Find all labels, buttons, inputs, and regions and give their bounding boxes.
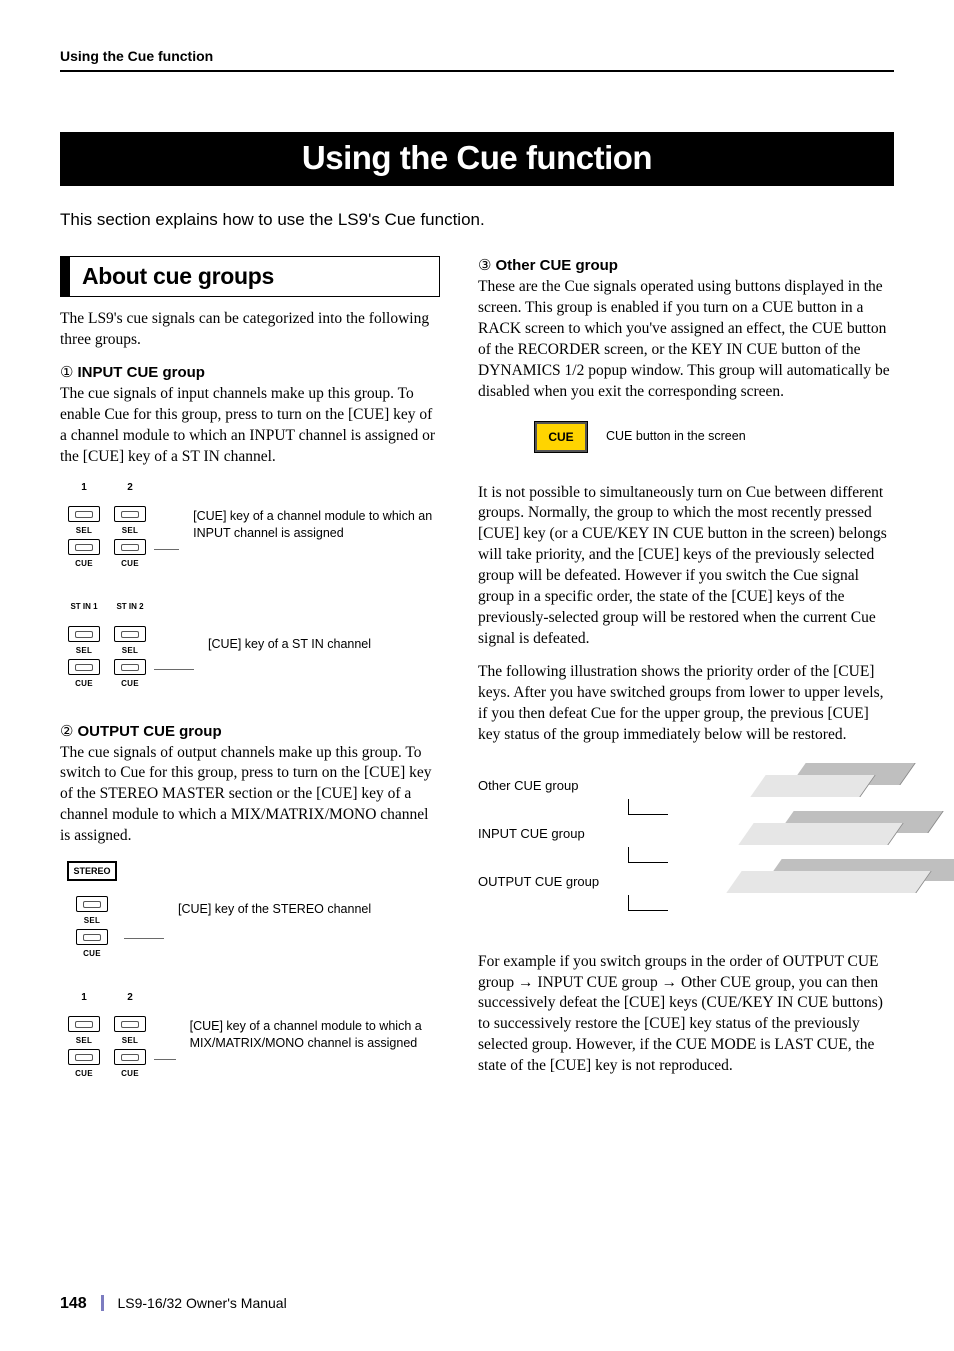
priority-label-other: Other CUE group: [478, 778, 628, 793]
p3-part-b: INPUT CUE group: [534, 974, 662, 991]
cue-key-icon: [76, 929, 108, 945]
page-title-banner: Using the Cue function: [60, 132, 894, 186]
sel-key-icon: [68, 626, 100, 642]
circled-3-icon: ③: [478, 258, 491, 274]
priority-example-paragraph: For example if you switch groups in the …: [478, 952, 894, 1078]
cue-label: CUE: [64, 949, 120, 958]
arrow-icon: →: [662, 974, 678, 991]
group-2-title: OUTPUT CUE group: [77, 723, 221, 740]
header-rule: [60, 70, 894, 72]
arrow-icon: →: [518, 974, 534, 991]
channel-module-1: 1 SEL CUE: [64, 992, 104, 1078]
group-2-body: The cue signals of output channels make …: [60, 743, 440, 848]
priority-order-diagram: Other CUE group INPUT CUE group OUTPUT C…: [478, 762, 894, 922]
sel-key-icon: [76, 896, 108, 912]
sel-label: SEL: [110, 1036, 150, 1045]
sel-label: SEL: [64, 646, 104, 655]
group-1-body: The cue signals of input channels make u…: [60, 384, 440, 468]
leader-line: [154, 669, 194, 670]
section-heading-about-cue-groups: About cue groups: [60, 256, 440, 297]
cue-label: CUE: [110, 559, 150, 568]
channel-module-2: 2 SEL CUE: [110, 482, 150, 568]
stereo-label: STEREO: [67, 861, 116, 881]
stin-module-1: ST IN 1 SEL CUE: [64, 602, 104, 688]
diagram-stereo-channel: STEREO SEL CUE [CUE] key of the STEREO c…: [64, 861, 440, 958]
sel-key-icon: [114, 626, 146, 642]
sel-label: SEL: [110, 646, 150, 655]
leader-line: [124, 938, 164, 939]
leader-line: [154, 549, 179, 550]
two-column-layout: About cue groups The LS9's cue signals c…: [60, 256, 894, 1090]
sel-key-icon: [114, 506, 146, 522]
channel-number: 1: [64, 482, 104, 494]
sel-key-icon: [114, 1016, 146, 1032]
cue-key-icon: [114, 1049, 146, 1065]
about-cue-groups-intro: The LS9's cue signals can be categorized…: [60, 309, 440, 351]
page-number: 148: [60, 1295, 87, 1312]
manual-title: LS9-16/32 Owner's Manual: [117, 1295, 286, 1311]
cue-label: CUE: [64, 559, 104, 568]
footer-divider: [101, 1295, 104, 1311]
channel-number: ST IN 2: [110, 602, 150, 614]
sel-label: SEL: [64, 916, 120, 925]
priority-explanation-2: The following illustration shows the pri…: [478, 662, 894, 746]
cue-label: CUE: [110, 679, 150, 688]
cue-key-icon: [68, 1049, 100, 1065]
diagram-stin-channel: ST IN 1 SEL CUE ST IN 2 SEL CUE: [64, 602, 440, 688]
cue-screen-button-icon: CUE: [534, 421, 588, 453]
channel-number: 2: [110, 992, 150, 1004]
page-footer: 148 LS9-16/32 Owner's Manual: [60, 1295, 287, 1313]
page-intro: This section explains how to use the LS9…: [60, 210, 894, 230]
cue-key-icon: [68, 659, 100, 675]
channel-module-1: 1 SEL CUE: [64, 482, 104, 568]
stereo-module: STEREO SEL CUE: [64, 861, 120, 958]
cue-key-icon: [114, 539, 146, 555]
cue-label: CUE: [64, 1069, 104, 1078]
left-column: About cue groups The LS9's cue signals c…: [60, 256, 440, 1090]
channel-module-2: 2 SEL CUE: [110, 992, 150, 1078]
group-3-title: Other CUE group: [495, 257, 618, 274]
group-3-body: These are the Cue signals operated using…: [478, 277, 894, 403]
priority-label-output: OUTPUT CUE group: [478, 874, 628, 889]
diagram-caption: [CUE] key of the STEREO channel: [178, 901, 371, 918]
group-1-heading: ①INPUT CUE group: [60, 363, 440, 382]
diagram-mix-channel-module: 1 SEL CUE 2 SEL CUE: [64, 992, 440, 1078]
sel-label: SEL: [110, 526, 150, 535]
sel-label: SEL: [64, 1036, 104, 1045]
cue-key-icon: [68, 539, 100, 555]
channel-number: 2: [110, 482, 150, 494]
diagram-caption: [CUE] key of a ST IN channel: [208, 636, 371, 653]
diagram-caption: [CUE] key of a channel module to which a…: [190, 1018, 440, 1052]
group-3-heading: ③Other CUE group: [478, 256, 894, 275]
cue-key-icon: [114, 659, 146, 675]
group-1-title: INPUT CUE group: [77, 364, 205, 381]
sel-key-icon: [68, 506, 100, 522]
diagram-input-channel-module: 1 SEL CUE 2 SEL CUE: [64, 482, 440, 568]
stin-module-2: ST IN 2 SEL CUE: [110, 602, 150, 688]
cue-label: CUE: [64, 679, 104, 688]
right-column: ③Other CUE group These are the Cue signa…: [478, 256, 894, 1090]
priority-label-input: INPUT CUE group: [478, 826, 628, 841]
cue-label: CUE: [110, 1069, 150, 1078]
sel-label: SEL: [64, 526, 104, 535]
running-head: Using the Cue function: [60, 48, 894, 64]
sel-key-icon: [68, 1016, 100, 1032]
circled-2-icon: ②: [60, 724, 73, 740]
diagram-caption: [CUE] key of a channel module to which a…: [193, 508, 440, 542]
channel-number: 1: [64, 992, 104, 1004]
channel-number: ST IN 1: [64, 602, 104, 614]
circled-1-icon: ①: [60, 365, 73, 381]
leader-line: [154, 1059, 176, 1060]
priority-explanation-1: It is not possible to simultaneously tur…: [478, 483, 894, 650]
cue-button-illustration: CUE CUE button in the screen: [534, 421, 894, 453]
group-2-heading: ②OUTPUT CUE group: [60, 722, 440, 741]
cue-button-caption: CUE button in the screen: [606, 428, 746, 444]
